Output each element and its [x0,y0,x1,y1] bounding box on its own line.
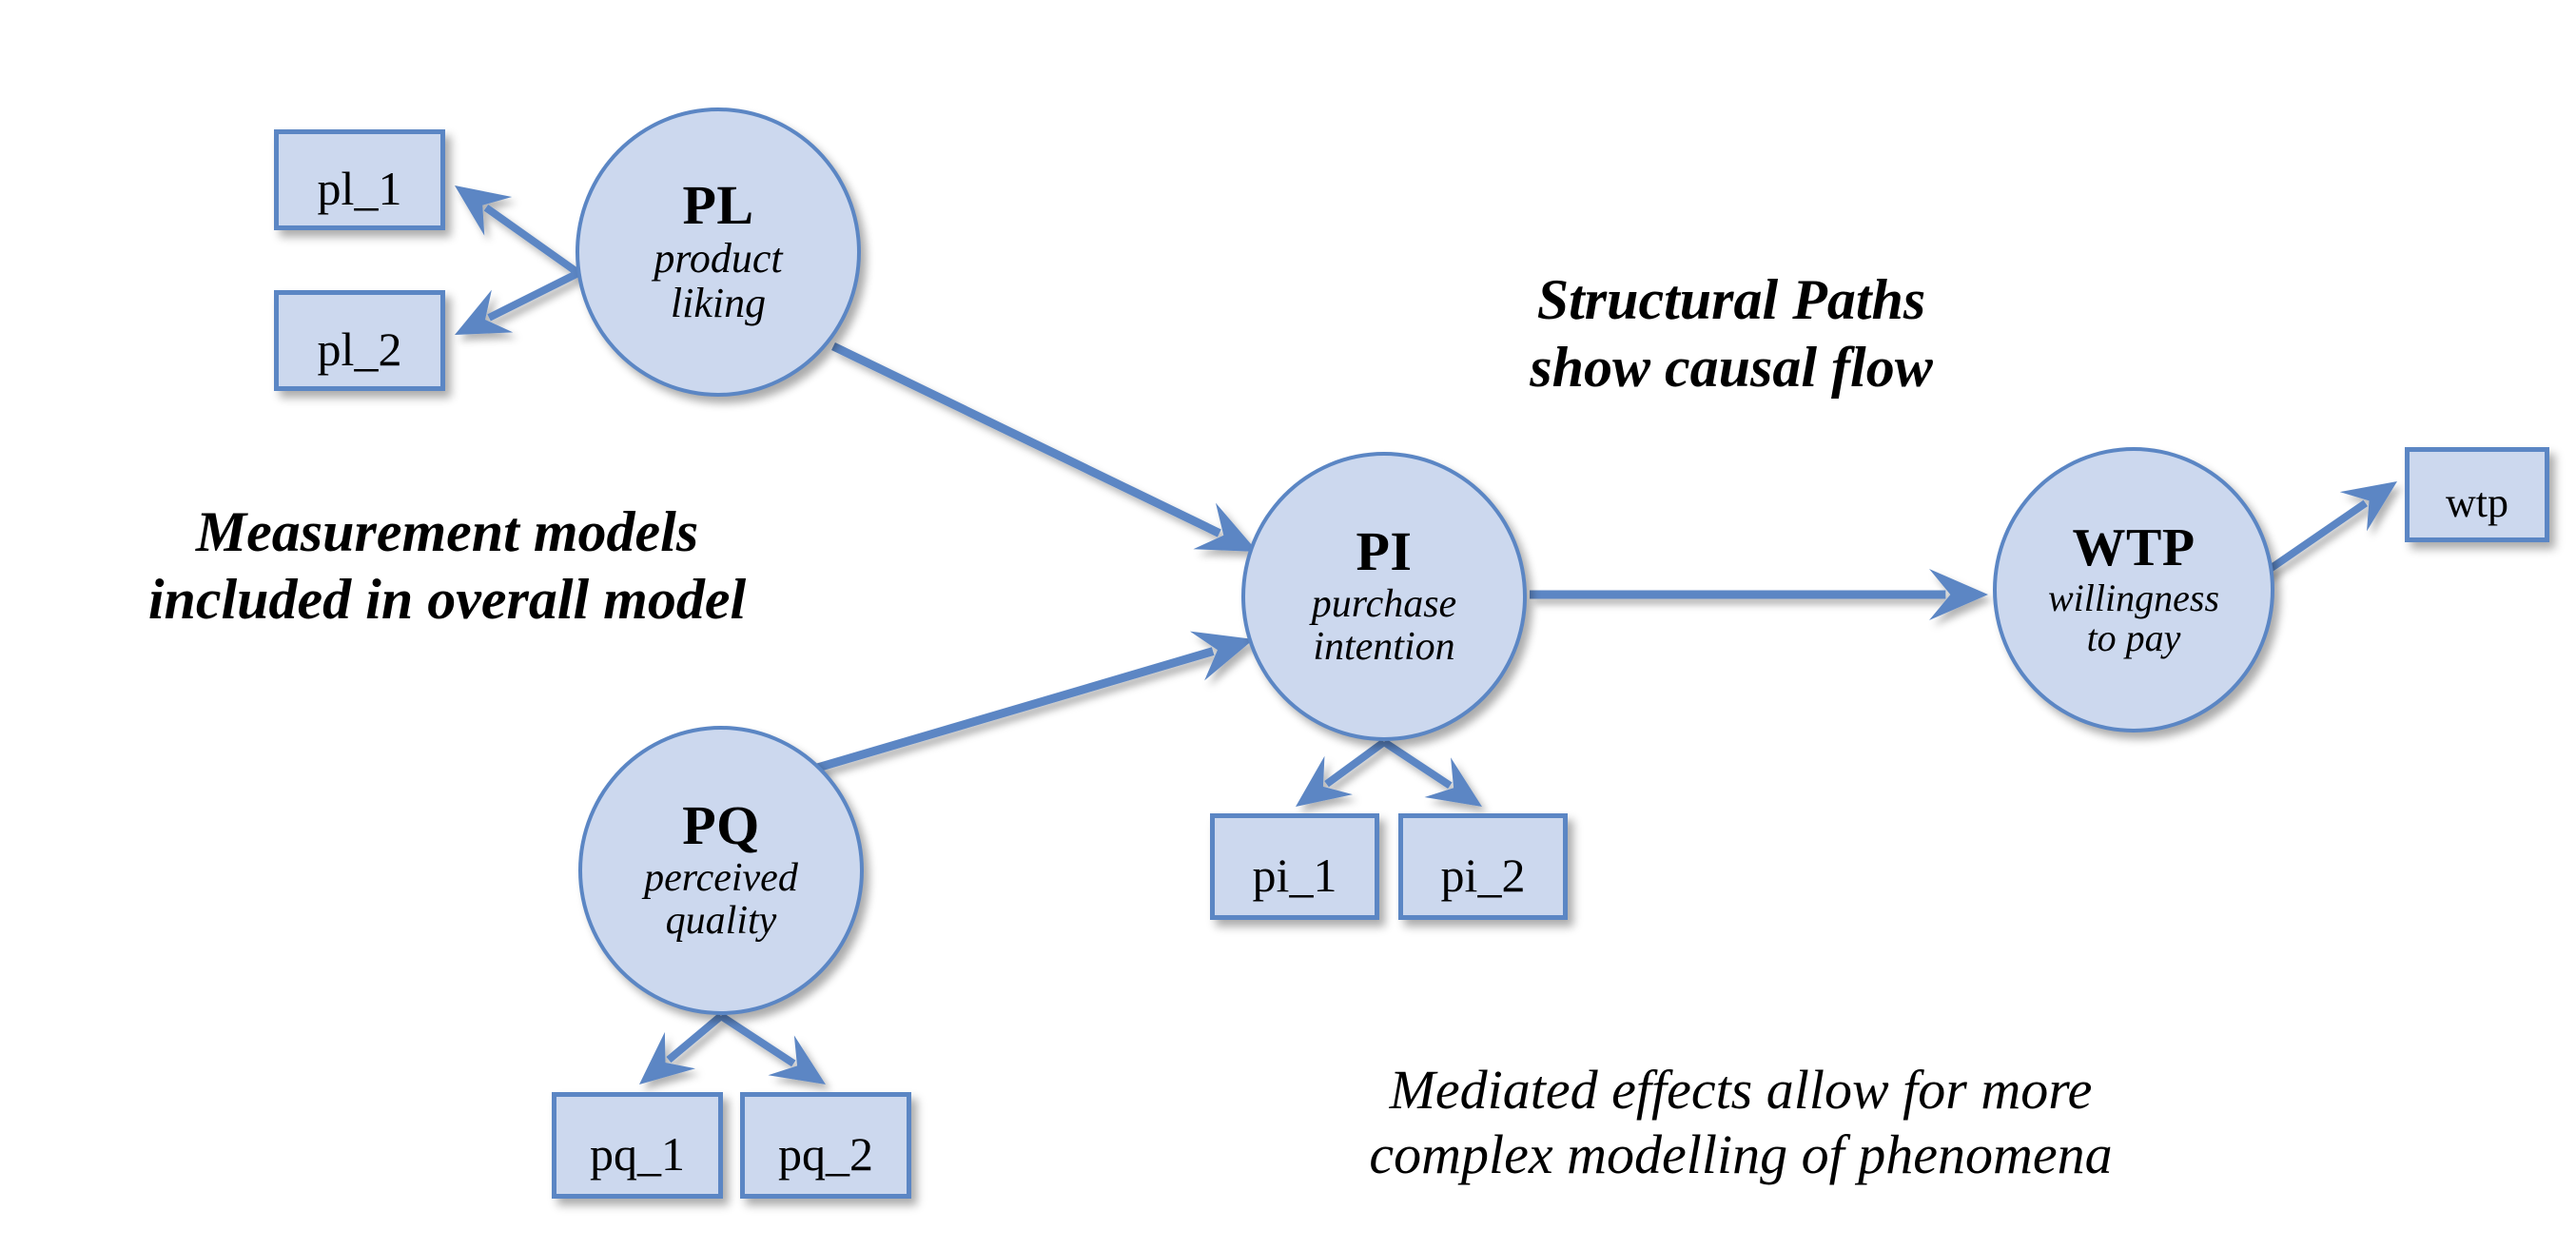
indicator-box-pq_2[interactable]: pq_2 [740,1092,911,1199]
edge-arrowhead-WTP-to-wtp [2339,481,2397,532]
edge-arrowhead-PL-to-PI [1193,502,1258,552]
latent-node-pi[interactable]: PI purchase intention [1241,452,1527,741]
edge-arrowhead-PL-to-pl_1 [455,186,513,236]
indicator-box-pi_1[interactable]: pi_1 [1210,813,1379,920]
latent-node-wtp[interactable]: WTP willingness to pay [1993,447,2274,732]
indicator-label: pi_1 [1252,849,1337,902]
edge-arrowhead-PI-to-WTP [1929,569,1988,620]
latent-abbr: WTP [2072,518,2195,577]
indicator-box-pl_1[interactable]: pl_1 [274,129,445,230]
annotation-structural-paths: Structural Paths show causal flow [1530,268,1933,399]
indicator-label: pq_2 [778,1127,873,1181]
edge-line-PL-to-pl_1 [483,205,581,277]
indicator-box-pq_1[interactable]: pq_1 [552,1092,723,1199]
annotation-mediated-effects: Mediated effects allow for more complex … [1369,1059,2113,1186]
annotation-measurement-models: Measurement models included in overall m… [147,500,747,631]
latent-abbr: PQ [682,794,760,857]
edge-line-PQ-to-pq_1 [666,1012,724,1064]
latent-full-name: willingness to pay [2047,576,2220,659]
edge-line-PL-to-pl_2 [487,269,580,322]
latent-node-pq[interactable]: PQ perceived quality [578,726,864,1015]
edge-arrowhead-PL-to-pl_2 [455,289,514,335]
edge-line-PL-to-PI [831,342,1221,537]
indicator-label: pq_1 [590,1127,685,1181]
indicator-box-pi_2[interactable]: pi_2 [1398,813,1568,920]
indicator-label: pl_1 [317,162,402,215]
latent-full-name: product liking [654,235,783,326]
edge-arrowhead-PQ-to-pq_2 [768,1035,826,1084]
edge-line-PI-to-pi_2 [1381,738,1453,790]
indicator-box-pl_2[interactable]: pl_2 [274,290,445,391]
sem-path-diagram: PL product liking PQ perceived quality PI pur… [0,0,2576,1250]
edge-line-PQ-to-PI [812,647,1215,773]
edge-line-PQ-to-pq_2 [718,1012,796,1067]
latent-node-pl[interactable]: PL product liking [576,107,861,397]
indicator-label: pi_2 [1440,849,1526,902]
latent-full-name: purchase intention [1311,582,1457,669]
latent-abbr: PI [1356,520,1413,583]
latent-abbr: PL [682,174,754,237]
edge-arrowhead-PI-to-pi_1 [1296,755,1353,807]
indicator-label: wtp [2446,479,2508,526]
indicator-label: pl_2 [317,322,402,376]
edge-arrowhead-PQ-to-pq_1 [639,1031,695,1084]
edge-line-PI-to-pi_1 [1324,738,1387,788]
edge-arrowhead-PI-to-pi_2 [1424,757,1482,807]
indicator-box-wtp[interactable]: wtp [2405,447,2549,542]
edge-arrowhead-PQ-to-PI [1189,631,1254,681]
latent-full-name: perceived quality [644,856,798,943]
